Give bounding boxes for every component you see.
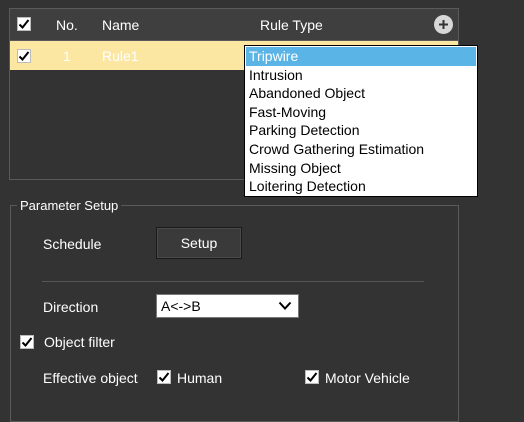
rule-type-option[interactable]: Missing Object [246,159,476,178]
rule-type-option[interactable]: Loitering Detection [246,177,476,196]
check-icon [18,51,30,61]
direction-label: Direction [43,299,99,315]
effective-object-label: Effective object [43,370,138,386]
row-checkbox[interactable] [17,49,31,63]
direction-value: A<->B [161,298,201,314]
rule-type-dropdown[interactable]: Tripwire Intrusion Abandoned Object Fast… [244,45,478,197]
check-icon [158,372,170,382]
direction-select[interactable]: A<->B [156,294,299,318]
chevron-down-icon [278,301,292,310]
check-icon [21,337,33,347]
select-all-checkbox[interactable] [17,17,31,31]
rule-type-option[interactable]: Fast-Moving [246,103,476,122]
rule-type-option[interactable]: Crowd Gathering Estimation [246,140,476,159]
row-no: 1 [63,48,71,64]
add-rule-icon[interactable] [434,15,453,34]
human-checkbox[interactable] [157,370,171,384]
parameter-setup-title: Parameter Setup [17,198,122,213]
object-filter-checkbox[interactable] [20,335,34,349]
check-icon [18,19,30,29]
row-name[interactable]: Rule1 [102,48,139,64]
check-icon [306,372,318,382]
schedule-setup-button[interactable]: Setup [156,227,242,259]
motor-vehicle-label: Motor Vehicle [325,370,410,386]
motor-vehicle-checkbox[interactable] [305,370,319,384]
column-header-no: No. [56,17,78,33]
column-header-name: Name [102,17,140,33]
rule-type-option[interactable]: Parking Detection [246,121,476,140]
object-filter-label: Object filter [44,334,115,350]
divider [42,281,424,282]
rule-type-option[interactable]: Intrusion [246,66,476,85]
rules-table-header: No. Name Rule Type [10,9,458,41]
schedule-label: Schedule [43,236,102,252]
rule-type-option[interactable]: Abandoned Object [246,84,476,103]
rule-type-option[interactable]: Tripwire [246,47,476,66]
human-label: Human [177,370,223,386]
column-header-rule-type: Rule Type [260,17,323,33]
